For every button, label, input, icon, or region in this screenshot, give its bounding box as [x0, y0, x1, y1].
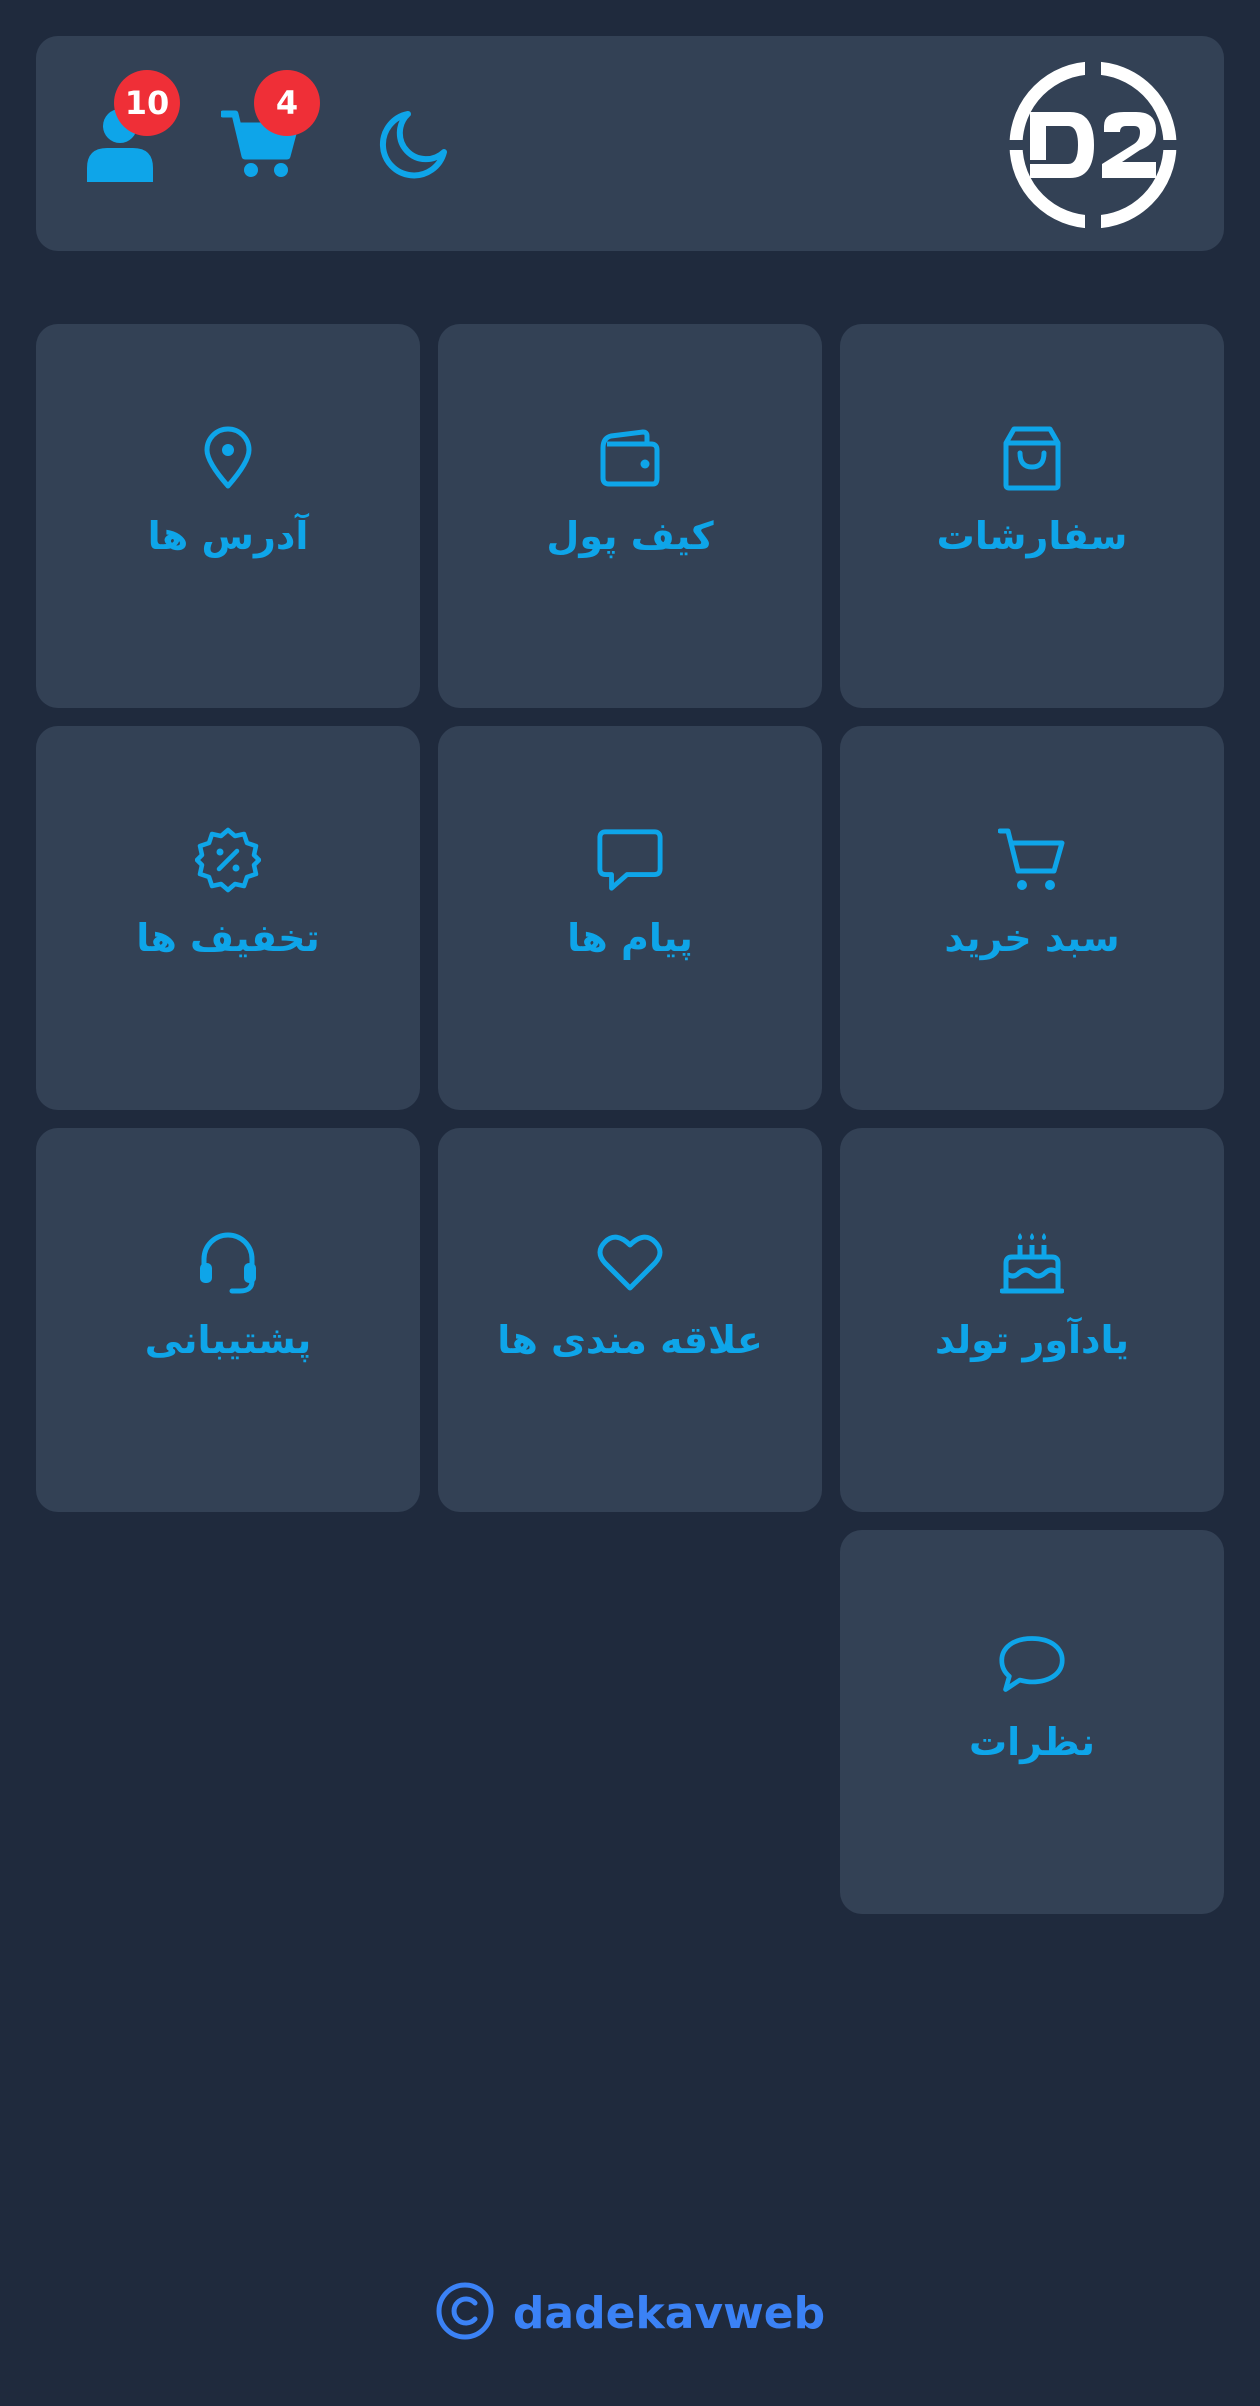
heart-icon: [596, 1228, 664, 1296]
menu-label: نظرات: [968, 1720, 1096, 1764]
menu-label: تخفیف ها: [136, 916, 320, 960]
cart-outline-icon: [998, 826, 1066, 894]
menu-label: سفارشات: [936, 514, 1128, 558]
shopping-bag-icon: [998, 424, 1066, 492]
menu-label: یادآور تولد: [934, 1318, 1130, 1362]
menu-messages[interactable]: پیام ها: [438, 726, 822, 1110]
cart-icon[interactable]: 4: [220, 70, 320, 184]
footer: dadekavweb: [0, 2280, 1260, 2346]
cake-icon: [998, 1228, 1066, 1296]
cart-count-badge: 4: [254, 70, 320, 136]
menu-cart[interactable]: سبد خرید: [840, 726, 1224, 1110]
menu-label: علاقه مندی ها: [497, 1318, 763, 1362]
discount-badge-icon: [194, 826, 262, 894]
menu-support[interactable]: پشتیبانی: [36, 1128, 420, 1512]
menu-label: پشتیبانی: [144, 1318, 312, 1362]
wallet-icon: [596, 424, 664, 492]
menu-orders[interactable]: سفارشات: [840, 324, 1224, 708]
profile-dashboard: 10 4 سفارشات کیف پول آدرس ها سبد خرید پی…: [0, 0, 1260, 2406]
menu-wallet[interactable]: کیف پول: [438, 324, 822, 708]
menu-label: سبد خرید: [944, 916, 1120, 960]
menu-label: کیف پول: [546, 514, 714, 558]
menu-grid: سفارشات کیف پول آدرس ها سبد خرید پیام ها…: [36, 324, 1224, 1914]
user-icon[interactable]: 10: [80, 70, 180, 184]
map-pin-icon: [194, 424, 262, 492]
menu-comments[interactable]: نظرات: [840, 1530, 1224, 1914]
headset-icon: [194, 1228, 262, 1296]
header-bar: 10 4: [36, 36, 1224, 251]
user-notification-badge: 10: [114, 70, 180, 136]
menu-discounts[interactable]: تخفیف ها: [36, 726, 420, 1110]
copyright-icon: [435, 2281, 495, 2345]
menu-favorites[interactable]: علاقه مندی ها: [438, 1128, 822, 1512]
menu-label: آدرس ها: [147, 514, 309, 558]
footer-brand[interactable]: dadekavweb: [513, 2288, 825, 2339]
message-square-icon: [596, 826, 664, 894]
menu-label: پیام ها: [567, 916, 693, 960]
comment-icon: [998, 1630, 1066, 1698]
moon-icon[interactable]: [374, 104, 454, 184]
menu-birthday[interactable]: یادآور تولد: [840, 1128, 1224, 1512]
d2-logo-icon[interactable]: [1008, 60, 1178, 230]
menu-addresses[interactable]: آدرس ها: [36, 324, 420, 708]
